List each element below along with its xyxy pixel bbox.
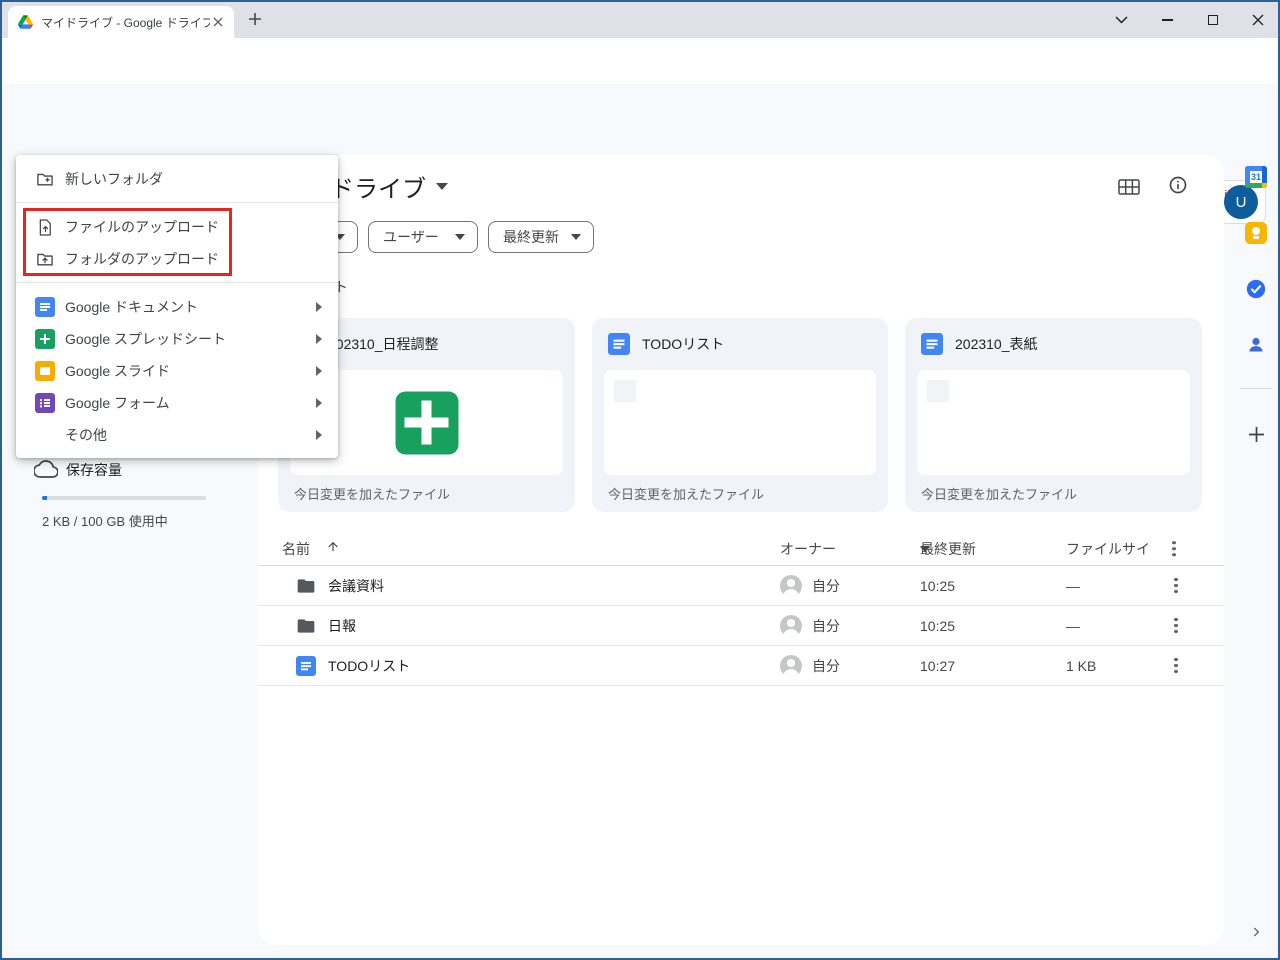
sheets-logo-icon (395, 391, 458, 454)
file-name: 会議資料 (328, 577, 384, 594)
file-name: TODOリスト (328, 657, 411, 674)
info-icon[interactable] (1168, 175, 1188, 200)
chevron-down-icon (455, 234, 465, 240)
user-filter-chip[interactable]: ユーザー (368, 221, 478, 253)
file-owner: 自分 (812, 577, 840, 594)
file-size: — (1066, 577, 1080, 594)
owner-avatar (780, 574, 802, 597)
docs-icon (921, 333, 943, 355)
maximize-button[interactable] (1198, 8, 1228, 32)
column-header-owner[interactable]: オーナー (780, 539, 836, 559)
docs-icon (608, 333, 630, 355)
sort-descending-icon (920, 545, 930, 552)
owner-avatar (780, 654, 802, 677)
card-reason: 今日変更を加えたファイル (921, 487, 1078, 502)
new-menu: 新しいフォルダ ファイルのアップロード フォルダのアップロード Google ド… (16, 155, 338, 458)
column-header-name[interactable]: 名前 (282, 539, 310, 559)
tab-title: マイドライブ - Google ドライブ (41, 15, 210, 30)
account-avatar[interactable]: U (1224, 185, 1258, 219)
menu-item-more[interactable]: その他 (16, 419, 338, 451)
modified-filter-chip[interactable]: 最終更新 (488, 221, 594, 253)
row-more-icon[interactable] (1166, 656, 1186, 676)
file-owner: 自分 (812, 617, 840, 634)
file-modified: 10:25 (920, 617, 956, 634)
suggested-card[interactable]: 202310_表紙 今日変更を加えたファイル (905, 318, 1202, 512)
storage-progress-bar (42, 496, 206, 500)
menu-item-new-folder[interactable]: 新しいフォルダ (16, 163, 338, 195)
card-thumbnail (604, 370, 876, 475)
collapse-panel-chevron-icon[interactable] (1244, 920, 1268, 944)
new-tab-button[interactable] (248, 12, 268, 32)
file-modified: 10:25 (920, 577, 956, 594)
new-folder-icon (35, 169, 55, 189)
sort-ascending-icon[interactable] (326, 539, 340, 556)
file-size: — (1066, 617, 1080, 634)
tab-close-icon[interactable] (210, 14, 226, 30)
side-panel-divider (1240, 388, 1272, 389)
drive-header: ドライブ ECCS Cloud Mail Information Technol… (0, 84, 1280, 225)
row-more-icon[interactable] (1166, 576, 1186, 596)
folder-icon (296, 576, 316, 596)
submenu-arrow-icon (316, 302, 322, 312)
drive-favicon-icon (18, 15, 33, 29)
sheets-icon (35, 329, 55, 349)
chevron-down-icon (571, 234, 581, 240)
storage-label[interactable]: 保存容量 (66, 460, 122, 480)
card-title: 202310_表紙 (955, 336, 1038, 352)
suggested-card[interactable]: TODOリスト 今日変更を加えたファイル (592, 318, 888, 512)
browser-tab[interactable]: マイドライブ - Google ドライブ (8, 6, 234, 38)
folder-icon (296, 616, 316, 636)
annotation-highlight-box (23, 208, 232, 276)
card-title: TODOリスト (642, 336, 725, 352)
menu-item-google-forms[interactable]: Google フォーム (16, 387, 338, 419)
card-title: 202310_日程調整 (328, 336, 439, 352)
close-window-button[interactable] (1243, 8, 1273, 32)
table-row[interactable]: 日報 自分 10:25 — (258, 606, 1224, 646)
table-options-icon[interactable] (1172, 540, 1176, 557)
menu-item-google-sheets[interactable]: Google スプレッドシート (16, 323, 338, 355)
card-thumbnail (917, 370, 1190, 475)
file-table-header: 名前 オーナー 最終更新 ファイルサイ (258, 532, 1224, 566)
row-more-icon[interactable] (1166, 616, 1186, 636)
browser-toolbar: drive.google.com/drive/my-drive U (0, 38, 1280, 114)
chevron-down-icon (436, 183, 448, 190)
file-name: 日報 (328, 617, 356, 634)
card-reason: 今日変更を加えたファイル (608, 487, 765, 502)
submenu-arrow-icon (316, 398, 322, 408)
docs-icon (296, 655, 316, 676)
submenu-arrow-icon (316, 334, 322, 344)
menu-item-google-slides[interactable]: Google スライド (16, 355, 338, 387)
submenu-arrow-icon (316, 366, 322, 376)
slides-icon (35, 361, 55, 381)
table-row[interactable]: TODOリスト 自分 10:27 1 KB (258, 646, 1224, 686)
submenu-arrow-icon (316, 430, 322, 440)
file-size: 1 KB (1066, 657, 1097, 674)
menu-item-google-docs[interactable]: Google ドキュメント (16, 291, 338, 323)
forms-icon (35, 393, 55, 413)
browser-tab-strip: マイドライブ - Google ドライブ (0, 0, 1280, 38)
keep-icon[interactable] (1244, 221, 1268, 245)
cloud-storage-icon (32, 459, 59, 479)
my-drive-content: マイドライブ ユーザー 最終更新 候補リスト 202310_日程調整 今日変更を… (258, 155, 1224, 945)
table-row[interactable]: 会議資料 自分 10:25 — (258, 566, 1224, 606)
card-reason: 今日変更を加えたファイル (294, 487, 451, 502)
file-owner: 自分 (812, 657, 840, 674)
column-header-size[interactable]: ファイルサイ (1066, 539, 1150, 559)
tab-search-chevron-icon[interactable] (1106, 8, 1136, 32)
grid-view-icon[interactable] (1118, 179, 1140, 195)
calendar-icon[interactable]: 31 (1244, 165, 1268, 189)
storage-usage-text: 2 KB / 100 GB 使用中 (42, 514, 168, 529)
docs-icon (35, 297, 55, 317)
minimize-button[interactable] (1152, 8, 1182, 32)
owner-avatar (780, 614, 802, 637)
get-addons-plus-icon[interactable] (1244, 422, 1268, 446)
tasks-icon[interactable] (1244, 277, 1268, 301)
file-modified: 10:27 (920, 657, 956, 674)
contacts-icon[interactable] (1244, 333, 1268, 357)
